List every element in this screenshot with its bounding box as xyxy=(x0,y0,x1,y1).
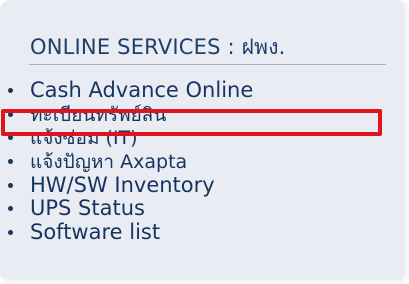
panel-title: ONLINE SERVICES : ฝพง. xyxy=(30,35,286,59)
link-software-list[interactable]: Software list xyxy=(0,220,253,244)
online-services-panel: ONLINE SERVICES : ฝพง. Cash Advance Onli… xyxy=(0,0,409,284)
link-label[interactable]: แจ้งปัญหา Axapta xyxy=(30,151,187,173)
link-label[interactable]: Software list xyxy=(30,220,160,244)
link-ups-status[interactable]: UPS Status xyxy=(0,196,253,220)
bullet-icon xyxy=(8,88,13,93)
title-divider xyxy=(29,64,386,65)
bullet-icon xyxy=(8,135,13,141)
bullet-icon xyxy=(8,206,13,212)
services-link-list: Cash Advance Online ทะเบียนทรัพย์สิน แจ้… xyxy=(0,78,253,244)
link-label[interactable]: Cash Advance Online xyxy=(30,78,253,102)
link-axapta-issue-report[interactable]: แจ้งปัญหา Axapta xyxy=(0,149,253,173)
link-label[interactable]: UPS Status xyxy=(30,196,145,220)
link-label[interactable]: HW/SW Inventory xyxy=(30,173,215,197)
selection-highlight-box xyxy=(1,109,382,136)
link-cash-advance-online[interactable]: Cash Advance Online xyxy=(0,78,253,102)
bullet-icon xyxy=(8,159,13,165)
link-hw-sw-inventory[interactable]: HW/SW Inventory xyxy=(0,173,253,197)
bullet-icon xyxy=(8,230,13,236)
bullet-icon xyxy=(8,182,13,188)
